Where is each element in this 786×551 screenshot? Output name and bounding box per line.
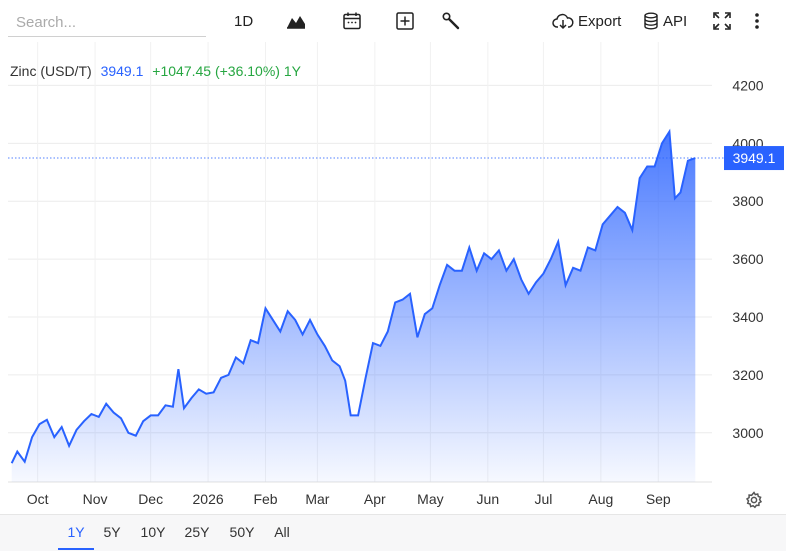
legend-last: 3949.1 (101, 63, 144, 79)
legend-name: Zinc (USD/T) (10, 63, 92, 79)
export-label: Export (578, 12, 622, 30)
x-tick-label: Oct (27, 491, 49, 507)
chart-type-button[interactable] (286, 10, 306, 32)
api-label: API (663, 12, 688, 30)
y-tick-label: 3200 (732, 367, 763, 383)
add-comparison-button[interactable] (395, 10, 415, 32)
x-tick-label: Dec (138, 491, 163, 507)
range-button-1y[interactable]: 1Y (58, 515, 94, 550)
area-chart-icon (287, 16, 305, 29)
legend-change: +1047.45 (+36.10%) 1Y (152, 63, 301, 79)
x-tick-label: 2026 (193, 491, 224, 507)
y-tick-label: 3600 (732, 251, 763, 267)
x-tick-label: Jul (534, 491, 552, 507)
range-button-5y[interactable]: 5Y (96, 515, 128, 549)
price-chart[interactable]: 3000320034003600380040004200 Oct Nov Dec 20… (0, 42, 786, 514)
tools-button[interactable] (441, 10, 461, 32)
price-area (11, 131, 696, 482)
interval-label: 1D (234, 12, 254, 30)
fullscreen-icon (713, 12, 731, 30)
api-button[interactable]: API (643, 10, 687, 32)
range-button-50y[interactable]: 50Y (222, 515, 262, 549)
range-button-10y[interactable]: 10Y (134, 515, 172, 549)
range-button-25y[interactable]: 25Y (178, 515, 216, 549)
x-tick-label: Jun (477, 491, 500, 507)
y-tick-label: 3400 (732, 309, 763, 325)
interval-button[interactable]: 1D (234, 10, 253, 32)
x-tick-label: Apr (364, 491, 386, 507)
x-tick-label: Mar (305, 491, 329, 507)
gear-icon[interactable] (744, 490, 764, 510)
x-tick-label: Aug (588, 491, 613, 507)
price-tag-value: 3949.1 (733, 150, 776, 166)
calendar-button[interactable] (342, 10, 362, 32)
y-tick-label: 3800 (732, 193, 763, 209)
y-tick-label: 3000 (732, 425, 763, 441)
database-icon (644, 12, 658, 30)
y-tick-label: 4200 (732, 77, 763, 93)
cloud-download-icon (552, 13, 574, 30)
chart-legend: Zinc (USD/T) 3949.1 +1047.45 (+36.10%) 1… (10, 63, 302, 79)
more-menu-button[interactable] (750, 10, 764, 32)
more-vertical-icon (755, 13, 759, 29)
search-input[interactable] (8, 9, 206, 37)
y-axis: 3000320034003600380040004200 (732, 77, 763, 440)
plus-square-icon (396, 12, 414, 30)
wrench-icon (442, 12, 460, 30)
x-axis: Oct Nov Dec 2026 Feb Mar Apr May Jun Jul Aug Sep (27, 491, 671, 507)
x-tick-label: Sep (646, 491, 671, 507)
price-tag: 3949.1 (724, 146, 784, 171)
chart-area[interactable]: 3000 3200 3400 3600 3800 4000 4200 Oct Nov Dec 20… (0, 42, 786, 514)
x-tick-label: Nov (83, 491, 108, 507)
calendar-icon (343, 12, 361, 30)
range-button-all[interactable]: All (266, 515, 298, 549)
x-tick-label: May (417, 491, 443, 507)
range-selector: 1Y 5Y 10Y 25Y 50Y All (0, 514, 786, 551)
fullscreen-button[interactable] (712, 10, 732, 32)
export-button[interactable]: Export (552, 10, 621, 32)
toolbar: 1D Exp (0, 0, 786, 42)
x-tick-label: Feb (253, 491, 277, 507)
